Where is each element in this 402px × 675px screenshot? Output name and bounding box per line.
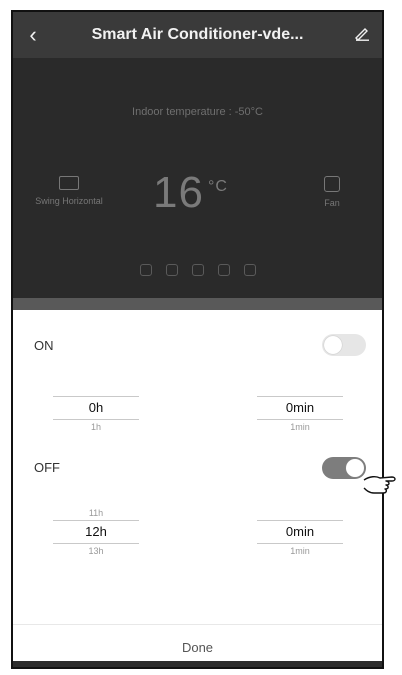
off-hours-next: 13h [88, 546, 104, 556]
on-minutes-selected: 0min [257, 396, 343, 420]
toggle-knob [324, 336, 342, 354]
timer-off-label: OFF [34, 460, 60, 475]
fan-icon [324, 176, 340, 192]
off-hours-selected: 12h [53, 520, 139, 544]
mode-icon-3[interactable] [191, 264, 204, 276]
indoor-temperature: Indoor temperature : -50°C [132, 106, 263, 118]
swing-icon [59, 176, 79, 190]
off-hours-previous: 11h [88, 508, 104, 518]
fan-label: Fan [324, 198, 340, 208]
mode-icon-2[interactable] [165, 264, 178, 276]
swing-control[interactable]: Swing Horizontal [19, 176, 119, 206]
on-hours-picker[interactable]: 0h 1h [53, 396, 139, 434]
mode-icon-5[interactable] [243, 264, 256, 276]
page-title: Smart Air Conditioner-vde... [91, 26, 304, 43]
off-hours-picker[interactable]: 11h 12h 13h [53, 506, 139, 558]
temperature-unit: °C [207, 178, 228, 195]
mode-icon-4[interactable] [217, 264, 230, 276]
mode-icon-1[interactable] [139, 264, 152, 276]
top-bar: ‹ Smart Air Conditioner-vde... [13, 12, 382, 58]
pointing-hand-icon [363, 475, 396, 494]
edit-icon[interactable] [342, 25, 382, 46]
on-minutes-next: 1min [290, 422, 310, 432]
temperature-value: 16 [153, 168, 204, 217]
off-minutes-selected: 0min [257, 520, 343, 544]
on-hours-selected: 0h [53, 396, 139, 420]
swing-label: Swing Horizontal [35, 196, 103, 206]
timer-on-toggle[interactable] [322, 334, 366, 356]
ac-control-panel: Indoor temperature : -50°C Swing Horizon… [13, 58, 382, 298]
phone-frame: ‹ Smart Air Conditioner-vde... Indoor te… [11, 10, 384, 669]
off-minutes-picker[interactable]: 0min 1min [257, 520, 343, 558]
mode-icons-row [13, 264, 382, 276]
on-minutes-picker[interactable]: 0min 1min [257, 396, 343, 434]
timer-sheet: ON 0h 1h 0min 1min OFF 11h 12h 13h 0min … [13, 310, 382, 667]
fan-control[interactable]: Fan [302, 176, 362, 208]
bottom-bar [13, 661, 382, 667]
set-temperature: 16 °C [153, 168, 228, 218]
on-hours-next: 1h [90, 422, 101, 432]
timer-off-toggle[interactable] [322, 457, 366, 479]
timer-on-label: ON [34, 338, 54, 353]
off-minutes-next: 1min [290, 546, 310, 556]
back-icon[interactable]: ‹ [13, 12, 53, 58]
